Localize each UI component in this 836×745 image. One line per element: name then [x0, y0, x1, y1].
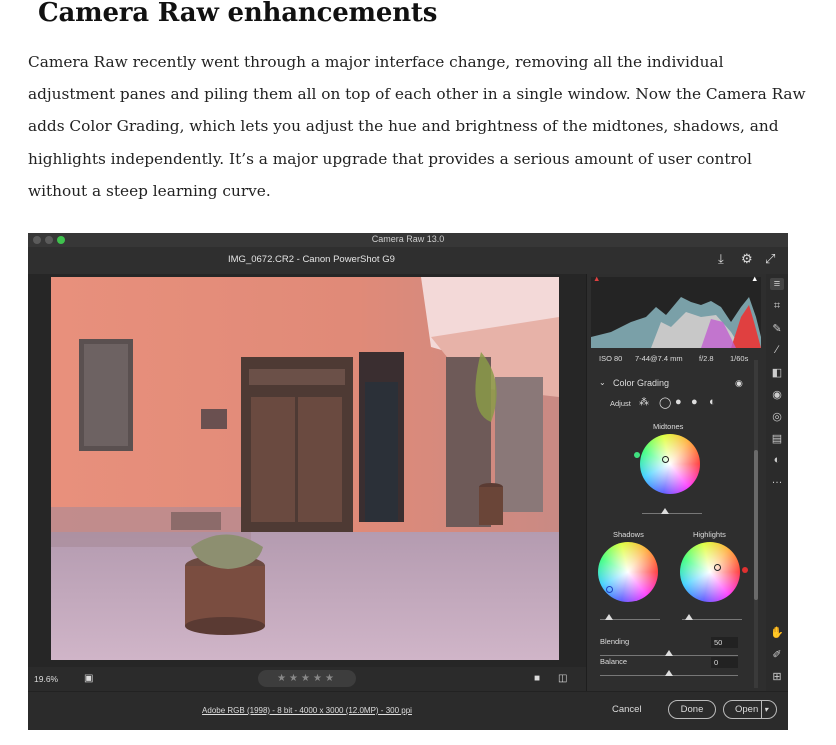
exif-iso: ISO 80: [599, 354, 623, 363]
eyedropper-icon[interactable]: ✐: [770, 648, 784, 661]
brush-icon[interactable]: ∕: [770, 344, 784, 356]
shadows-mode-icon[interactable]: ●: [675, 396, 682, 408]
file-bar: IMG_0672.CR2 - Canon PowerShot G9 ⤓ ⚙ ⤢: [28, 247, 788, 275]
gear-icon[interactable]: ⚙: [741, 251, 753, 267]
blending-value[interactable]: 50: [711, 637, 738, 648]
midtones-hue-handle[interactable]: [634, 452, 640, 458]
article-body: Camera Raw recently went through a major…: [28, 53, 806, 200]
midtones-luminance-thumb[interactable]: [661, 508, 669, 514]
midtones-label: Midtones: [653, 422, 684, 431]
highlight-clip-icon[interactable]: ▲: [751, 274, 758, 283]
grid-icon[interactable]: ⊞: [770, 670, 784, 683]
heal-icon[interactable]: ✎: [770, 322, 784, 335]
cancel-button[interactable]: Cancel: [612, 704, 642, 715]
balance-label: Balance: [600, 657, 628, 666]
section-title[interactable]: Color Grading: [613, 378, 669, 388]
balance-value[interactable]: 0: [711, 657, 738, 668]
image-icon[interactable]: ▣: [84, 673, 93, 684]
shadows-label: Shadows: [613, 530, 644, 539]
redeye-icon[interactable]: ◎: [770, 410, 784, 423]
presets-icon[interactable]: ▤: [770, 432, 784, 445]
open-button[interactable]: Open ▾: [723, 700, 777, 719]
more-icon[interactable]: …: [770, 474, 784, 486]
exif-info: ISO 80 7-44@7.4 mm f/2.8 1/60s: [587, 350, 767, 368]
midtones-wheel[interactable]: [640, 434, 700, 494]
shadows-wheel[interactable]: [598, 542, 658, 602]
status-bar: 19.6% ▣ ★★★★★ ■ ◫: [28, 667, 586, 691]
highlights-wheel[interactable]: [680, 542, 740, 602]
chevron-down-icon[interactable]: ⌄: [599, 378, 606, 387]
eye-icon[interactable]: ◉: [735, 378, 743, 389]
midtones-luminance-slider[interactable]: [642, 513, 702, 514]
exif-focal: 7-44@7.4 mm: [635, 354, 683, 363]
done-button[interactable]: Done: [668, 700, 716, 719]
panel-scrollbar[interactable]: [754, 360, 758, 688]
crop-icon[interactable]: ⌗: [770, 300, 784, 313]
radial-icon[interactable]: ◉: [770, 388, 784, 401]
shadows-handle[interactable]: [606, 586, 613, 593]
scrollbar-thumb[interactable]: [754, 450, 758, 600]
star-rating[interactable]: ★★★★★: [258, 670, 356, 687]
global-mode-icon[interactable]: ◐: [709, 396, 716, 408]
title-bar: Camera Raw 13.0: [28, 233, 788, 247]
hand-icon[interactable]: ✋: [770, 626, 784, 639]
open-button-label: Open: [735, 704, 759, 715]
midtones-handle[interactable]: [662, 456, 669, 463]
chevron-down-icon[interactable]: ▾: [764, 701, 768, 718]
highlights-mode-icon[interactable]: ●: [691, 396, 698, 408]
tool-strip: ≡ ⌗ ✎ ∕ ◧ ◉ ◎ ▤ ◐ … ✋ ✐ ⊞: [766, 274, 788, 691]
sliders-icon[interactable]: ≡: [770, 278, 784, 290]
workflow-options-link[interactable]: Adobe RGB (1998) - 8 bit - 4000 x 3000 (…: [28, 706, 586, 715]
highlights-label: Highlights: [693, 530, 726, 539]
article-title: Camera Raw enhancements: [38, 0, 438, 28]
edit-panel: ▲ ▲ ISO 80 7-44@7.4 mm f/2.8 1/60s ⌄ Col…: [586, 274, 767, 691]
image-canvas[interactable]: [28, 274, 586, 667]
adjust-label: Adjust: [610, 399, 631, 408]
window-title: Camera Raw 13.0: [371, 234, 445, 244]
blending-thumb[interactable]: [665, 650, 673, 656]
three-way-icon[interactable]: ⁂: [639, 397, 649, 408]
highlights-luminance-thumb[interactable]: [685, 614, 693, 620]
gradient-icon[interactable]: ◧: [770, 366, 784, 379]
exif-aperture: f/2.8: [699, 354, 714, 363]
snapshots-icon[interactable]: ◐: [770, 454, 784, 466]
histogram: ▲ ▲: [591, 274, 761, 348]
shadows-luminance-thumb[interactable]: [605, 614, 613, 620]
expand-icon[interactable]: ⤢: [765, 251, 775, 267]
blending-label: Blending: [600, 637, 630, 646]
camera-raw-window: Camera Raw 13.0 IMG_0672.CR2 - Canon Pow…: [28, 233, 788, 730]
exif-shutter: 1/60s: [730, 354, 749, 363]
highlights-hue-handle[interactable]: [742, 567, 748, 573]
bottom-bar: Adobe RGB (1998) - 8 bit - 4000 x 3000 (…: [28, 691, 788, 730]
compare-icon[interactable]: ◫: [558, 673, 567, 684]
photo-preview[interactable]: [51, 277, 559, 660]
balance-thumb[interactable]: [665, 670, 673, 676]
shadow-clip-icon[interactable]: ▲: [593, 274, 600, 283]
midtones-mode-icon[interactable]: ◯: [659, 396, 671, 409]
view-icon[interactable]: ■: [534, 673, 540, 684]
file-name: IMG_0672.CR2 - Canon PowerShot G9: [228, 254, 395, 265]
highlights-handle[interactable]: [714, 564, 721, 571]
zoom-level[interactable]: 19.6%: [34, 674, 58, 684]
save-icon[interactable]: ⤓: [718, 251, 724, 267]
